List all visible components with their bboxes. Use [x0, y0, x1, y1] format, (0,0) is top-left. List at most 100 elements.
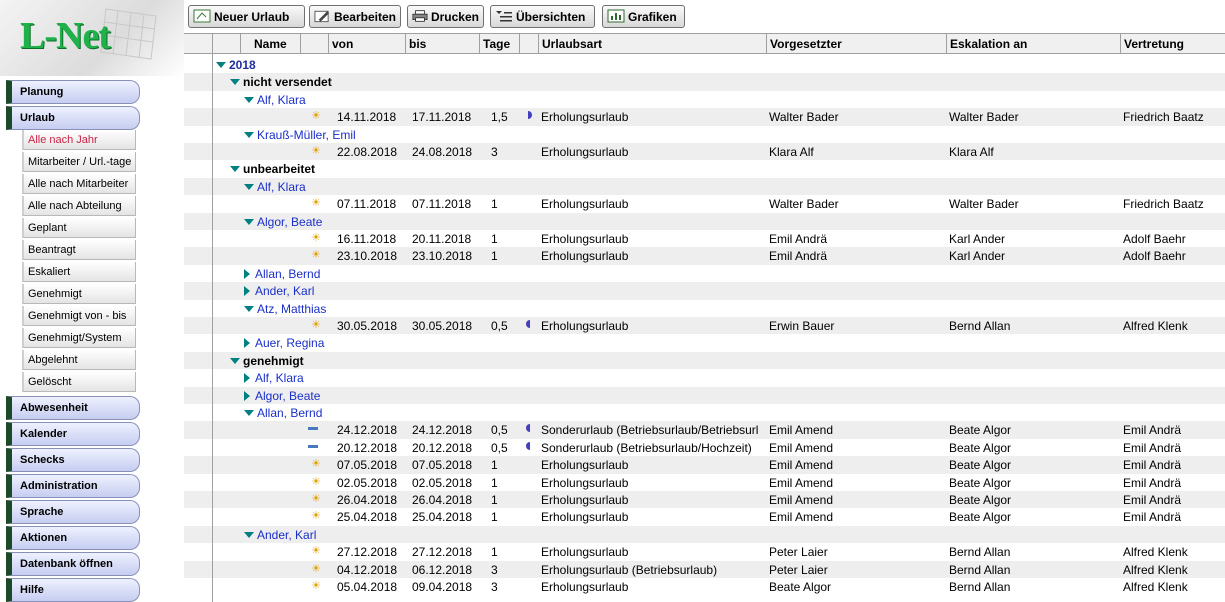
- vacation-entry-row[interactable]: ☀ 30.05.2018 30.05.2018 0,5 Erholungsurlaub E…: [184, 317, 1225, 335]
- header-icon-spacer: [300, 34, 328, 54]
- overviews-label: Übersichten: [516, 10, 586, 24]
- vacation-entry-row[interactable]: ☀ 22.08.2018 24.08.2018 3 Erholungsurlaub Kla…: [184, 143, 1225, 161]
- cell-esk: Karl Ander: [949, 249, 1006, 264]
- nav-sub-item[interactable]: Gelöscht: [22, 372, 136, 392]
- collapse-triangle-icon[interactable]: [244, 305, 254, 312]
- person-row[interactable]: Alf, Klara: [184, 91, 1225, 108]
- person-row[interactable]: Allan, Bernd: [184, 265, 1225, 282]
- header-urlaubsart[interactable]: Urlaubsart: [538, 34, 766, 54]
- header-vorgesetzter[interactable]: Vorgesetzter: [766, 34, 946, 54]
- vacation-entry-row[interactable]: ☀ 04.12.2018 06.12.2018 3 Erholungsurlaub (B…: [184, 560, 1225, 578]
- vacation-entry-row[interactable]: ☀ 05.04.2018 09.04.2018 3 Erholungsurlaub Bea…: [184, 578, 1225, 595]
- collapse-triangle-icon[interactable]: [244, 218, 254, 225]
- expand-triangle-icon[interactable]: [216, 62, 226, 68]
- person-row[interactable]: Allan, Bernd: [184, 404, 1225, 421]
- vacation-entry-row[interactable]: ☀ 07.05.2018 07.05.2018 1 Erholungsurlaub Emi…: [184, 456, 1225, 474]
- vacation-entry-row[interactable]: ☀ 14.11.2018 17.11.2018 1,5 Erholungsurlaub W…: [184, 108, 1225, 126]
- person-row[interactable]: Atz, Matthias: [184, 300, 1225, 317]
- person-name: Alf, Klara: [257, 179, 306, 194]
- nav-main-item[interactable]: Sprache: [6, 500, 140, 524]
- vacation-entry-row[interactable]: ☀ 25.04.2018 25.04.2018 1 Erholungsurlaub Emi…: [184, 508, 1225, 525]
- person-row[interactable]: Krauß-Müller, Emil: [184, 126, 1225, 143]
- header-von[interactable]: von: [328, 34, 405, 54]
- header-tage[interactable]: Tage: [479, 34, 519, 54]
- nav-sub-item[interactable]: Mitarbeiter / Url.-tage: [22, 152, 136, 172]
- cell-tage: 1: [491, 458, 498, 473]
- nav-main-item[interactable]: Urlaub: [6, 106, 140, 130]
- nav-sub-item[interactable]: Genehmigt/System: [22, 328, 136, 348]
- cell-vert: Alfred Klenk: [1123, 545, 1188, 560]
- vacation-entry-row[interactable]: ☀ 23.10.2018 23.10.2018 1 Erholungsurlaub Emi…: [184, 247, 1225, 265]
- expand-triangle-icon[interactable]: [244, 373, 250, 384]
- cell-tage: 0,5: [491, 423, 508, 438]
- expand-triangle-icon[interactable]: [230, 357, 240, 364]
- nav-sub-item[interactable]: Geplant: [22, 218, 136, 238]
- nav-sub-item[interactable]: Abgelehnt: [22, 350, 136, 370]
- group-status-row[interactable]: unbearbeitet: [184, 160, 1225, 177]
- nav-main-item[interactable]: Schecks: [6, 448, 140, 472]
- cell-von: 05.04.2018: [337, 580, 398, 594]
- nav-sub-item[interactable]: Genehmigt: [22, 284, 136, 304]
- nav-sub-item[interactable]: Alle nach Jahr: [22, 130, 136, 150]
- nav-main-item[interactable]: Datenbank öffnen: [6, 552, 140, 576]
- vacation-entry-row[interactable]: ☀ 26.04.2018 26.04.2018 1 Erholungsurlaub Emi…: [184, 491, 1225, 509]
- person-row[interactable]: Algor, Beate: [184, 212, 1225, 230]
- nav-main-item[interactable]: Abwesenheit: [6, 396, 140, 420]
- expand-triangle-icon[interactable]: [230, 166, 240, 173]
- nav-sub-item[interactable]: Alle nach Mitarbeiter: [22, 174, 136, 194]
- collapse-triangle-icon[interactable]: [244, 131, 254, 138]
- expand-triangle-icon[interactable]: [244, 390, 250, 401]
- person-label: Atz, Matthias: [244, 302, 326, 316]
- vacation-entry-row[interactable]: ☀ 16.11.2018 20.11.2018 1 Erholungsurlaub Emi…: [184, 230, 1225, 247]
- cell-art: Erholungsurlaub: [541, 197, 629, 212]
- group-status-row[interactable]: genehmigt: [184, 351, 1225, 370]
- nav-main-item[interactable]: Kalender: [6, 422, 140, 446]
- person-row[interactable]: Alf, Klara: [184, 177, 1225, 196]
- nav-sub-item[interactable]: Eskaliert: [22, 262, 136, 282]
- cell-vorg: Emil Amend: [769, 440, 834, 455]
- edit-button[interactable]: Bearbeiten: [309, 5, 401, 28]
- expand-triangle-icon[interactable]: [230, 79, 240, 86]
- overviews-button[interactable]: Übersichten: [490, 5, 595, 28]
- cell-von: 16.11.2018: [337, 232, 397, 246]
- person-row[interactable]: Alf, Klara: [184, 369, 1225, 386]
- cell-bis: 09.04.2018: [412, 580, 473, 594]
- nav-main-item[interactable]: Aktionen: [6, 526, 140, 550]
- nav-sub-item[interactable]: Genehmigt von - bis: [22, 306, 136, 326]
- cell-esk: Beate Algor: [949, 458, 1012, 473]
- header-name[interactable]: Name: [240, 34, 300, 54]
- expand-triangle-icon[interactable]: [244, 338, 250, 349]
- expand-triangle-icon[interactable]: [244, 268, 250, 279]
- nav-sub-item[interactable]: Alle nach Abteilung: [22, 196, 136, 216]
- person-row[interactable]: Ander, Karl: [184, 282, 1225, 300]
- person-row[interactable]: Auer, Regina: [184, 334, 1225, 351]
- person-row[interactable]: Algor, Beate: [184, 386, 1225, 404]
- cell-vorg: Emil Amend: [769, 423, 834, 438]
- new-vacation-button[interactable]: Neuer Urlaub: [188, 5, 305, 28]
- header-vertretung[interactable]: Vertretung: [1120, 34, 1225, 54]
- collapse-triangle-icon[interactable]: [244, 531, 254, 538]
- group-label: 2018: [216, 58, 256, 72]
- person-name: Ander, Karl: [257, 527, 317, 542]
- person-row[interactable]: Ander, Karl: [184, 525, 1225, 544]
- nav-main-item[interactable]: Administration: [6, 474, 140, 498]
- collapse-triangle-icon[interactable]: [244, 96, 254, 103]
- vacation-entry-row[interactable]: ☀ 27.12.2018 27.12.2018 1 Erholungsurlaub Pet…: [184, 543, 1225, 560]
- group-status-row[interactable]: nicht versendet: [184, 73, 1225, 91]
- graphics-button[interactable]: Grafiken: [602, 5, 685, 28]
- nav-sub-item[interactable]: Beantragt: [22, 240, 136, 260]
- expand-triangle-icon[interactable]: [244, 286, 250, 297]
- nav-main-item[interactable]: Hilfe: [6, 578, 140, 602]
- collapse-triangle-icon[interactable]: [244, 183, 254, 190]
- print-button[interactable]: Drucken: [407, 5, 484, 28]
- header-eskalation[interactable]: Eskalation an: [946, 34, 1120, 54]
- cell-tage: 1: [491, 232, 498, 246]
- collapse-triangle-icon[interactable]: [244, 410, 254, 416]
- vacation-entry-row[interactable]: ▬ 24.12.2018 24.12.2018 0,5 Sonderurlaub (Be…: [184, 421, 1225, 439]
- vacation-entry-row[interactable]: ▬ 20.12.2018 20.12.2018 0,5 Sonderurlaub (Be…: [184, 439, 1225, 456]
- header-bis[interactable]: bis: [405, 34, 479, 54]
- vacation-entry-row[interactable]: ☀ 07.11.2018 07.11.2018 1 Erholungsurlaub Wal…: [184, 195, 1225, 212]
- nav-main-item[interactable]: Planung: [6, 80, 140, 104]
- group-year-row[interactable]: 2018: [184, 56, 1225, 73]
- vacation-entry-row[interactable]: ☀ 02.05.2018 02.05.2018 1 Erholungsurlaub Emi…: [184, 474, 1225, 491]
